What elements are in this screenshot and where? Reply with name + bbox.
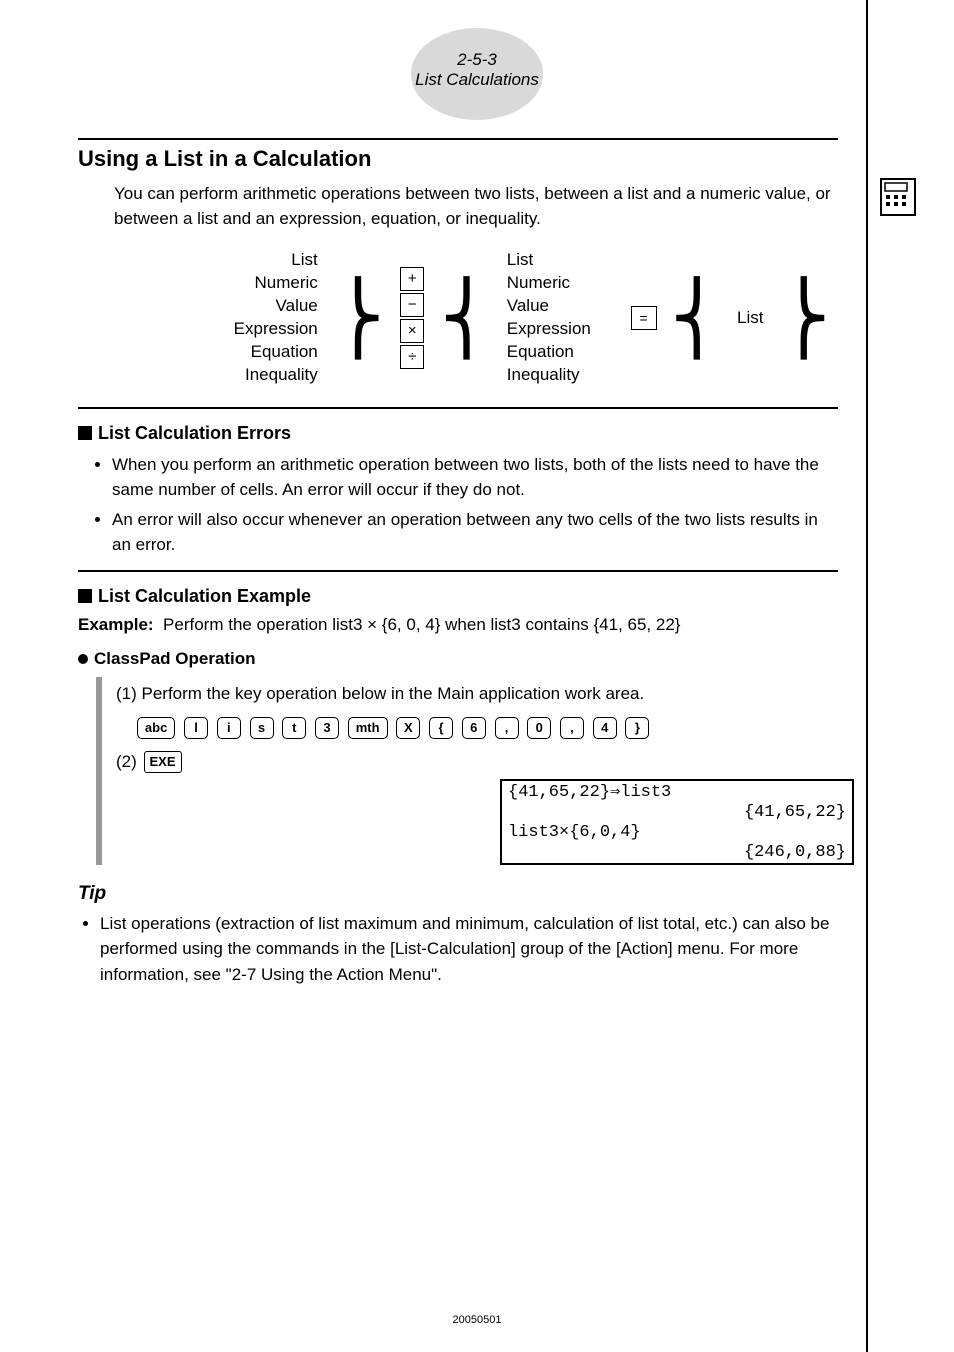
tip-item: List operations (extraction of list maxi…: [100, 911, 838, 988]
square-bullet-icon: [78, 426, 92, 440]
operands-diagram: List Numeric Value Expression Equation I…: [218, 247, 838, 389]
key-4: 4: [593, 717, 617, 739]
key-6: 6: [462, 717, 486, 739]
key-i: i: [217, 717, 241, 739]
operation-heading: ClassPad Operation: [78, 649, 838, 669]
calc-screen: {41,65,22}⇒list3 {41,65,22} list3×{6,0,4…: [500, 779, 854, 865]
left-item: Expression: [226, 318, 318, 341]
example-text: Perform the operation list3 × {6, 0, 4} …: [163, 615, 680, 634]
step-1: (1) Perform the key operation below in t…: [116, 677, 838, 711]
example-line: Example: Perform the operation list3 × {…: [78, 615, 838, 635]
key-rbrace: }: [625, 717, 649, 739]
lead-paragraph: You can perform arithmetic operations be…: [78, 182, 838, 231]
errors-heading: List Calculation Errors: [78, 423, 838, 444]
screen-line: {41,65,22}: [744, 803, 846, 823]
key-s: s: [250, 717, 274, 739]
tip-heading: Tip: [78, 883, 838, 905]
brace-icon: ⎬: [332, 279, 385, 357]
rule: [78, 138, 838, 140]
errors-item: An error will also occur whenever an ope…: [112, 507, 838, 558]
brace-icon: ⎬: [778, 279, 831, 357]
equals-box: =: [631, 306, 657, 330]
step-2: (2) EXE: [116, 745, 838, 779]
result-label: List: [731, 249, 769, 387]
key-mth: mth: [348, 717, 388, 739]
left-item: Numeric Value: [226, 272, 318, 318]
tip-list: List operations (extraction of list maxi…: [78, 911, 838, 988]
key-comma: ,: [495, 717, 519, 739]
right-item: Inequality: [507, 364, 599, 387]
op-minus: −: [400, 293, 424, 317]
errors-list: When you perform an arithmetic operation…: [78, 452, 838, 558]
key-sequence: abc l i s t 3 mth X { 6 , 0 , 4 }: [116, 711, 838, 745]
steps-block: (1) Perform the key operation below in t…: [96, 677, 838, 865]
page-header: 2-5-3 List Calculations: [0, 28, 954, 120]
square-bullet-icon: [78, 589, 92, 603]
right-item: List: [507, 249, 599, 272]
example-label: Example:: [78, 615, 154, 634]
calculator-grid-icon: [880, 178, 916, 216]
key-t: t: [282, 717, 306, 739]
bullet-dot-icon: [78, 654, 88, 664]
screen-line: list3×{6,0,4}: [508, 823, 641, 843]
brace-icon: ⎨: [440, 279, 493, 357]
key-lbrace: {: [429, 717, 453, 739]
key-l: l: [184, 717, 208, 739]
screen-line: {41,65,22}⇒list3: [508, 783, 671, 803]
screen-line: {246,0,88}: [744, 843, 846, 863]
section-number: 2-5-3: [411, 50, 543, 70]
key-comma: ,: [560, 717, 584, 739]
left-item: List: [226, 249, 318, 272]
right-item: Numeric Value: [507, 272, 599, 318]
op-plus: +: [400, 267, 424, 291]
key-exe: EXE: [144, 751, 182, 773]
op-div: ÷: [400, 345, 424, 369]
key-3: 3: [315, 717, 339, 739]
margin-rule: [866, 0, 868, 1352]
example-heading: List Calculation Example: [78, 586, 838, 607]
right-item: Equation: [507, 341, 599, 364]
key-x: X: [396, 717, 420, 739]
section-title: List Calculations: [411, 70, 543, 90]
key-0: 0: [527, 717, 551, 739]
op-times: ×: [400, 319, 424, 343]
page-title: Using a List in a Calculation: [78, 146, 838, 172]
rule: [78, 407, 838, 409]
footer-code: 20050501: [0, 1314, 954, 1326]
brace-icon: ⎨: [671, 279, 724, 357]
rule: [78, 570, 838, 572]
left-item: Equation: [226, 341, 318, 364]
left-item: Inequality: [226, 364, 318, 387]
right-item: Expression: [507, 318, 599, 341]
section-badge: 2-5-3 List Calculations: [411, 28, 543, 120]
page: 2-5-3 List Calculations Using a List in …: [0, 0, 954, 1352]
key-abc: abc: [137, 717, 175, 739]
content: Using a List in a Calculation You can pe…: [78, 132, 838, 999]
errors-item: When you perform an arithmetic operation…: [112, 452, 838, 503]
